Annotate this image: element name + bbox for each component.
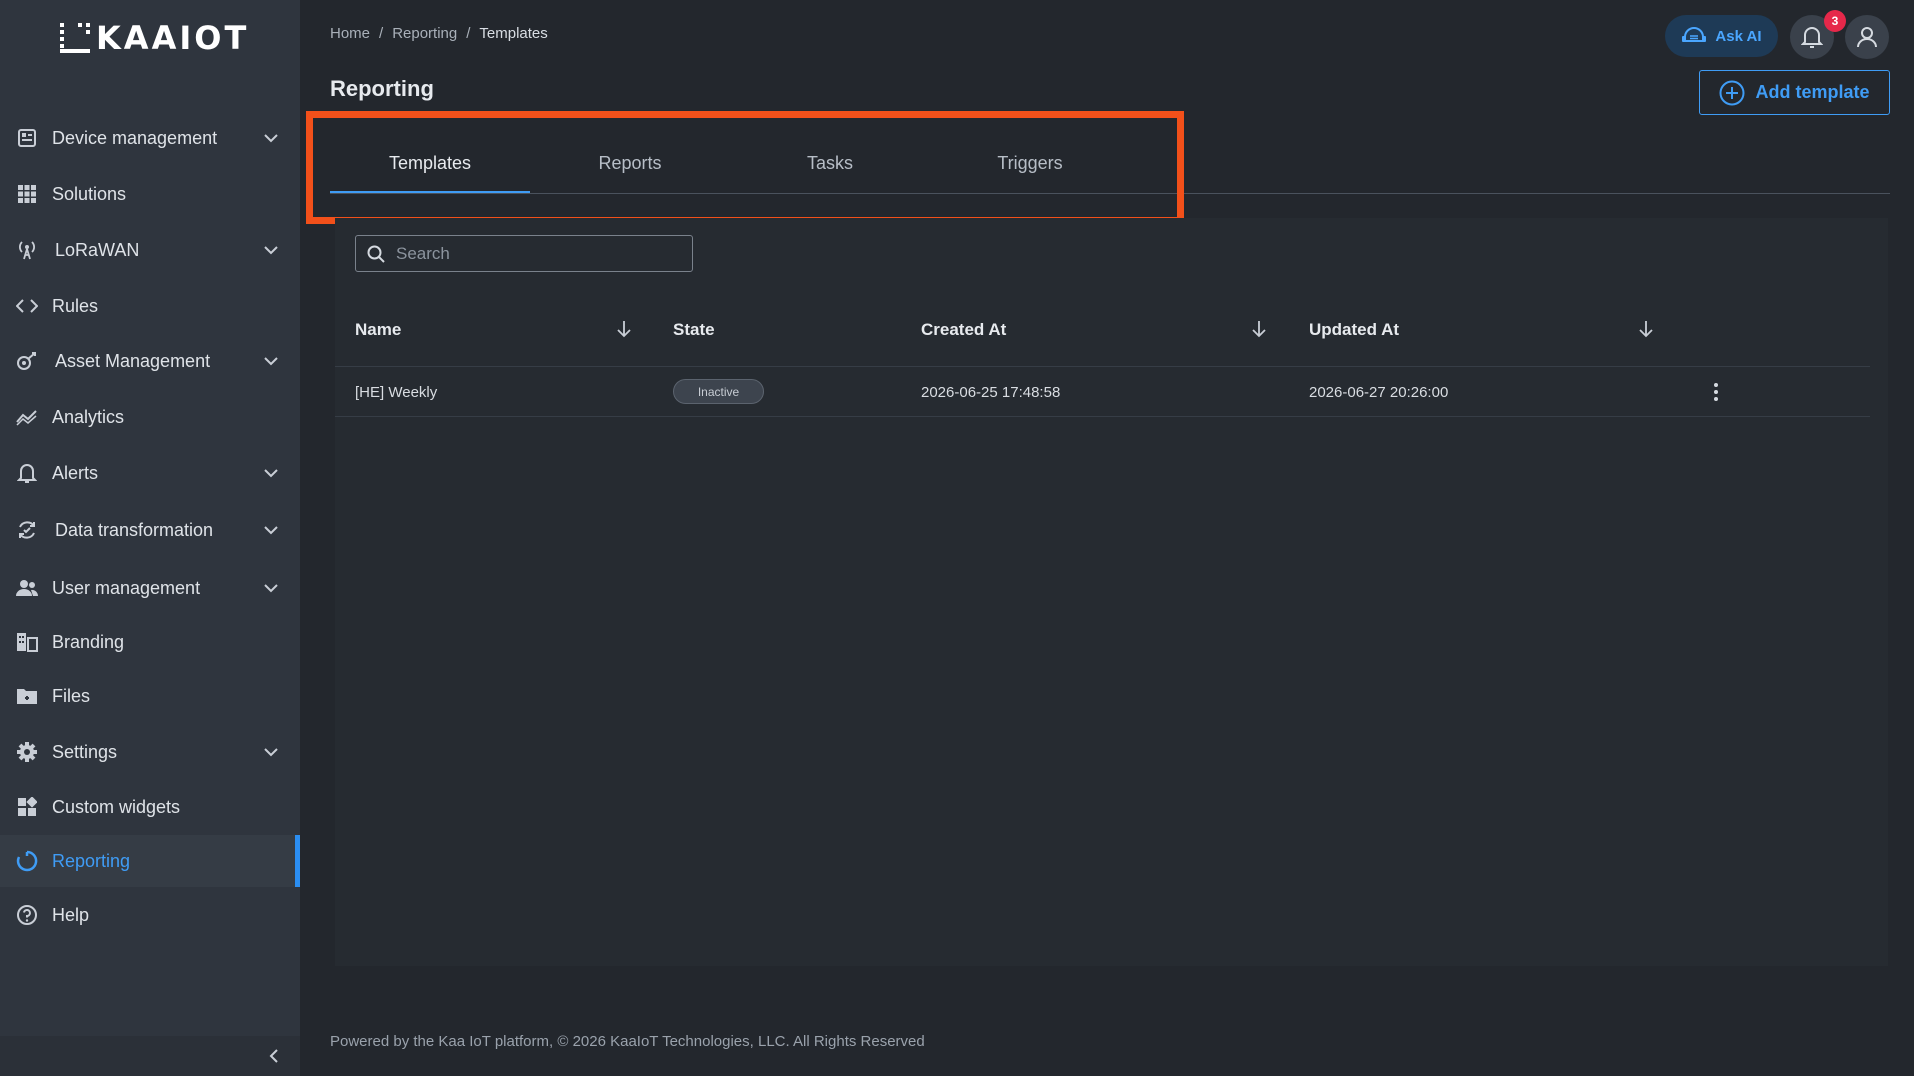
more-options-icon[interactable] [1708,380,1724,404]
sidebar-item-solutions[interactable]: Solutions [0,168,300,220]
chevron-down-icon[interactable] [262,743,280,761]
breadcrumb: Home / Reporting / Templates [330,25,548,42]
sidebar-item-label: Rules [52,295,99,316]
sidebar-item-device-management[interactable]: Device management [0,112,300,164]
reporting-icon [16,850,38,872]
sidebar-item-branding[interactable]: Branding [0,616,300,668]
sidebar-item-label: Help [52,904,90,925]
sidebar-item-files[interactable]: Files [0,670,300,722]
tab-triggers[interactable]: Triggers [930,140,1130,194]
sidebar-collapse-bar [0,1036,300,1076]
breadcrumb-separator: / [379,25,384,42]
sidebar-item-label: Alerts [52,462,99,483]
cell-created-at: 2026-06-25 17:48:58 [921,384,1061,401]
column-header-state: State [673,320,715,339]
sidebar-item-analytics[interactable]: Analytics [0,391,300,443]
footer-text: Powered by the Kaa IoT platform, © 2026 … [330,1033,925,1050]
tab-reports[interactable]: Reports [530,140,730,194]
logo-text: KAAIOT [96,19,250,57]
cell-name[interactable]: [HE] Weekly [355,384,437,401]
sidebar-item-user-management[interactable]: User management [0,562,300,614]
user-icon [1857,27,1877,48]
grid-icon [16,183,38,205]
sidebar-item-alerts[interactable]: Alerts [0,447,300,499]
transform-icon [16,519,38,541]
chevron-down-icon[interactable] [262,129,280,147]
templates-panel [335,218,1888,966]
sidebar-item-custom-widgets[interactable]: Custom widgets [0,781,300,833]
column-header-updated-at[interactable]: Updated At [1309,320,1399,340]
sidebar-item-label: Solutions [52,183,127,204]
ask-ai-label: Ask AI [1715,27,1762,45]
bell-icon [16,462,38,484]
analytics-icon [16,406,38,428]
code-icon [16,295,38,317]
sort-arrow-down-icon[interactable] [1250,319,1268,339]
sidebar-item-label: LoRaWAN [55,239,140,260]
sidebar-item-lorawan[interactable]: LoRaWAN [0,224,300,276]
tab-templates[interactable]: Templates [330,140,530,194]
sidebar-item-label: Data transformation [55,519,214,540]
sidebar-item-label: Custom widgets [52,796,181,817]
chevron-down-icon[interactable] [262,579,280,597]
sidebar-item-label: Settings [52,741,118,762]
device-management-icon [16,127,38,149]
sidebar-item-data-transformation[interactable]: Data transformation [0,504,300,556]
sidebar-item-label: User management [52,577,201,598]
notification-badge: 3 [1824,10,1846,32]
search-input[interactable] [396,236,686,271]
ask-ai-button[interactable]: Ask AI [1665,15,1778,57]
chevron-down-icon[interactable] [262,521,280,539]
cell-updated-at: 2026-06-27 20:26:00 [1309,384,1449,401]
chevron-down-icon[interactable] [262,464,280,482]
search-box[interactable] [355,235,693,272]
sidebar-item-reporting[interactable]: Reporting [0,835,300,887]
users-icon [16,577,38,599]
logo-icon [60,23,90,53]
column-header-name[interactable]: Name [355,320,401,340]
user-profile-button[interactable] [1845,15,1889,59]
branding-icon [16,631,38,653]
chevron-left-icon[interactable] [264,1046,284,1066]
folder-icon [16,685,38,707]
chevron-down-icon[interactable] [262,241,280,259]
sidebar-item-label: Files [52,685,91,706]
add-template-button[interactable]: Add template [1699,70,1890,115]
breadcrumb-current: Templates [479,25,548,42]
breadcrumb-home[interactable]: Home [330,25,370,42]
search-icon [367,245,385,263]
brain-icon [1682,27,1707,42]
widgets-icon [16,796,38,818]
status-badge: Inactive [673,379,764,404]
sidebar-item-label: Reporting [52,850,131,871]
sidebar-item-settings[interactable]: Settings [0,726,300,778]
sidebar-item-label: Asset Management [55,350,211,371]
sidebar-item-help[interactable]: Help [0,889,300,941]
sidebar-item-rules[interactable]: Rules [0,280,300,332]
sidebar-item-label: Analytics [52,406,125,427]
table-row-divider [335,416,1870,417]
sidebar-item-label: Branding [52,631,125,652]
bell-icon [1801,27,1823,48]
asset-icon [16,350,38,372]
sidebar-item-label: Device management [52,127,218,148]
sidebar: KAAIOT Device management Solutions LoRaW… [0,0,300,1076]
kaaiot-logo[interactable]: KAAIOT [58,18,249,58]
antenna-icon [16,239,38,261]
column-header-created-at[interactable]: Created At [921,320,1006,340]
add-template-label: Add template [1755,82,1870,102]
help-icon [16,904,38,926]
breadcrumb-separator: / [466,25,471,42]
tab-tasks[interactable]: Tasks [730,140,930,194]
plus-circle-icon [1719,80,1745,105]
page-title: Reporting [330,76,434,101]
chevron-down-icon[interactable] [262,352,280,370]
sort-arrow-down-icon[interactable] [1637,319,1655,339]
gear-icon [16,741,38,763]
sort-arrow-down-icon[interactable] [615,319,633,339]
breadcrumb-reporting[interactable]: Reporting [392,25,457,42]
sidebar-item-asset-management[interactable]: Asset Management [0,335,300,387]
tabs-divider [330,193,1890,194]
table-header-divider [335,366,1870,367]
